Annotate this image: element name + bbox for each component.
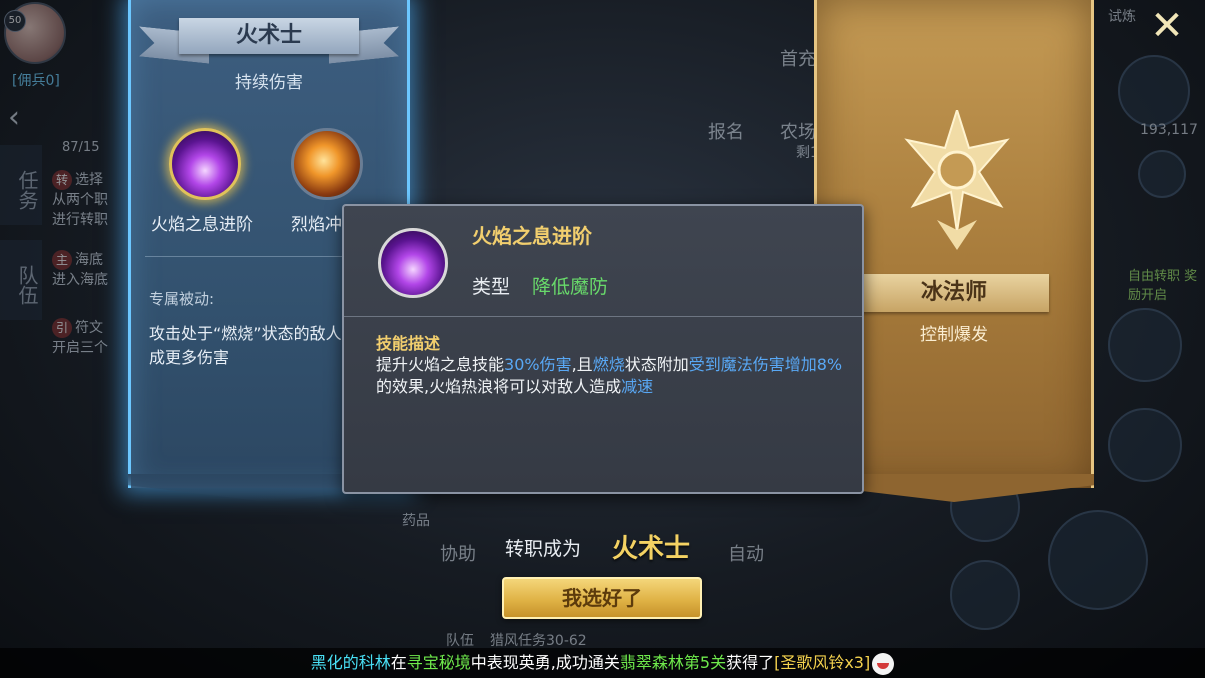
tab-quests[interactable]: 任务: [0, 145, 42, 225]
quest-title: 海底: [75, 252, 103, 268]
tooltip-description: 提升火焰之息技能30%伤害,且燃烧状态附加受到魔法伤害增加8% 的效果,火焰热浪将…: [376, 354, 846, 398]
marquee-reward: [圣歌风铃x3]: [774, 653, 871, 672]
skill-label: 火焰之息进阶: [151, 215, 253, 235]
orange-blaze-skill-icon[interactable]: [291, 128, 363, 200]
tooltip-type-label: 类型: [472, 276, 511, 298]
desc-text: ,且: [571, 355, 593, 374]
mercenary-tag: [佣兵0]: [12, 73, 60, 89]
desc-highlight: 减速: [621, 377, 654, 396]
quest-title: 符文: [75, 320, 103, 336]
transfer-class-name: 火术士: [612, 534, 691, 564]
desc-text: 提升火焰之息技能: [376, 355, 505, 374]
quest-badge: 转: [52, 170, 72, 190]
close-icon[interactable]: ✕: [1147, 6, 1187, 46]
skill-button-3[interactable]: [950, 560, 1020, 630]
quest-badge: 主: [52, 250, 72, 270]
farm-label[interactable]: 农场: [780, 118, 816, 144]
class-title-ice-mage: 冰法师: [859, 274, 1049, 312]
marquee-stage: 翡翠森林第5关: [619, 653, 727, 672]
marquee-mode: 寻宝秘境: [406, 653, 471, 672]
player-level-badge: 50: [4, 10, 26, 32]
skill-button-1[interactable]: [1108, 308, 1182, 382]
quest-counter: 87/15: [62, 140, 100, 155]
attack-sword-icon[interactable]: [1048, 510, 1148, 610]
skill-button-2[interactable]: [1108, 408, 1182, 482]
laughing-emoji-icon: [872, 652, 895, 675]
system-marquee: 黑化的科林在寻宝秘境中表现英勇,成功通关翡翠森林第5关获得了[圣歌风铃x3]: [0, 648, 1205, 678]
menu-grid-icon[interactable]: [1138, 150, 1186, 198]
tab-team[interactable]: 队伍: [0, 240, 42, 320]
class-subtitle: 持续伤害: [235, 73, 303, 93]
first-recharge-label[interactable]: 首充: [780, 45, 816, 71]
trial-tag: 试炼: [1108, 9, 1136, 25]
free-transfer-event[interactable]: 自由转职 奖励开启: [1128, 265, 1198, 303]
desc-highlight: 30%伤害: [504, 355, 572, 374]
desc-highlight: 燃烧: [592, 355, 625, 374]
signup-label[interactable]: 报名: [708, 118, 744, 144]
skill-label: 烈焰冲: [291, 215, 342, 235]
marquee-text: 中表现英勇,成功通关: [470, 653, 620, 672]
passive-title: 专属被动:: [149, 290, 215, 308]
purple-flame-skill-icon[interactable]: [169, 128, 241, 200]
tooltip-divider: [344, 316, 862, 317]
tooltip-type-value: 降低魔防: [532, 276, 609, 298]
ice-crystal-emblem-icon: [904, 110, 1010, 250]
quest-badge: 引: [52, 318, 72, 338]
desc-text: 的效果,火焰热浪将可以对敌人造成: [376, 377, 622, 396]
transfer-label: 转职成为: [505, 538, 582, 560]
marquee-player-name[interactable]: 黑化的科林: [311, 653, 391, 672]
tooltip-desc-title: 技能描述: [376, 334, 441, 353]
desc-highlight: 受到魔法伤害增加8%: [688, 355, 843, 374]
assist-label[interactable]: 协助: [440, 540, 476, 566]
class-title-fire-mage: 火术士: [179, 18, 359, 54]
marquee-text: 获得了: [726, 653, 775, 672]
potion-label[interactable]: 药品: [402, 510, 430, 530]
tooltip-skill-name: 火焰之息进阶: [472, 224, 592, 248]
purple-flame-skill-icon: [378, 228, 448, 298]
skill-tooltip: 火焰之息进阶 类型 降低魔防 技能描述 提升火焰之息技能30%伤害,且燃烧状态附…: [342, 204, 864, 494]
back-arrow-icon[interactable]: ‹: [8, 100, 20, 135]
power-number: 193,117: [1140, 122, 1198, 138]
chat-snippet: 猎风任务30-62: [490, 633, 587, 649]
marquee-text: 在: [390, 653, 407, 672]
team-chat-label: 队伍: [446, 633, 474, 649]
quest-title: 选择: [75, 172, 103, 188]
desc-text: 状态附加: [624, 355, 689, 374]
boss-avatar[interactable]: [1118, 55, 1190, 127]
confirm-button[interactable]: 我选好了: [502, 577, 702, 619]
auto-label[interactable]: 自动: [728, 540, 764, 566]
